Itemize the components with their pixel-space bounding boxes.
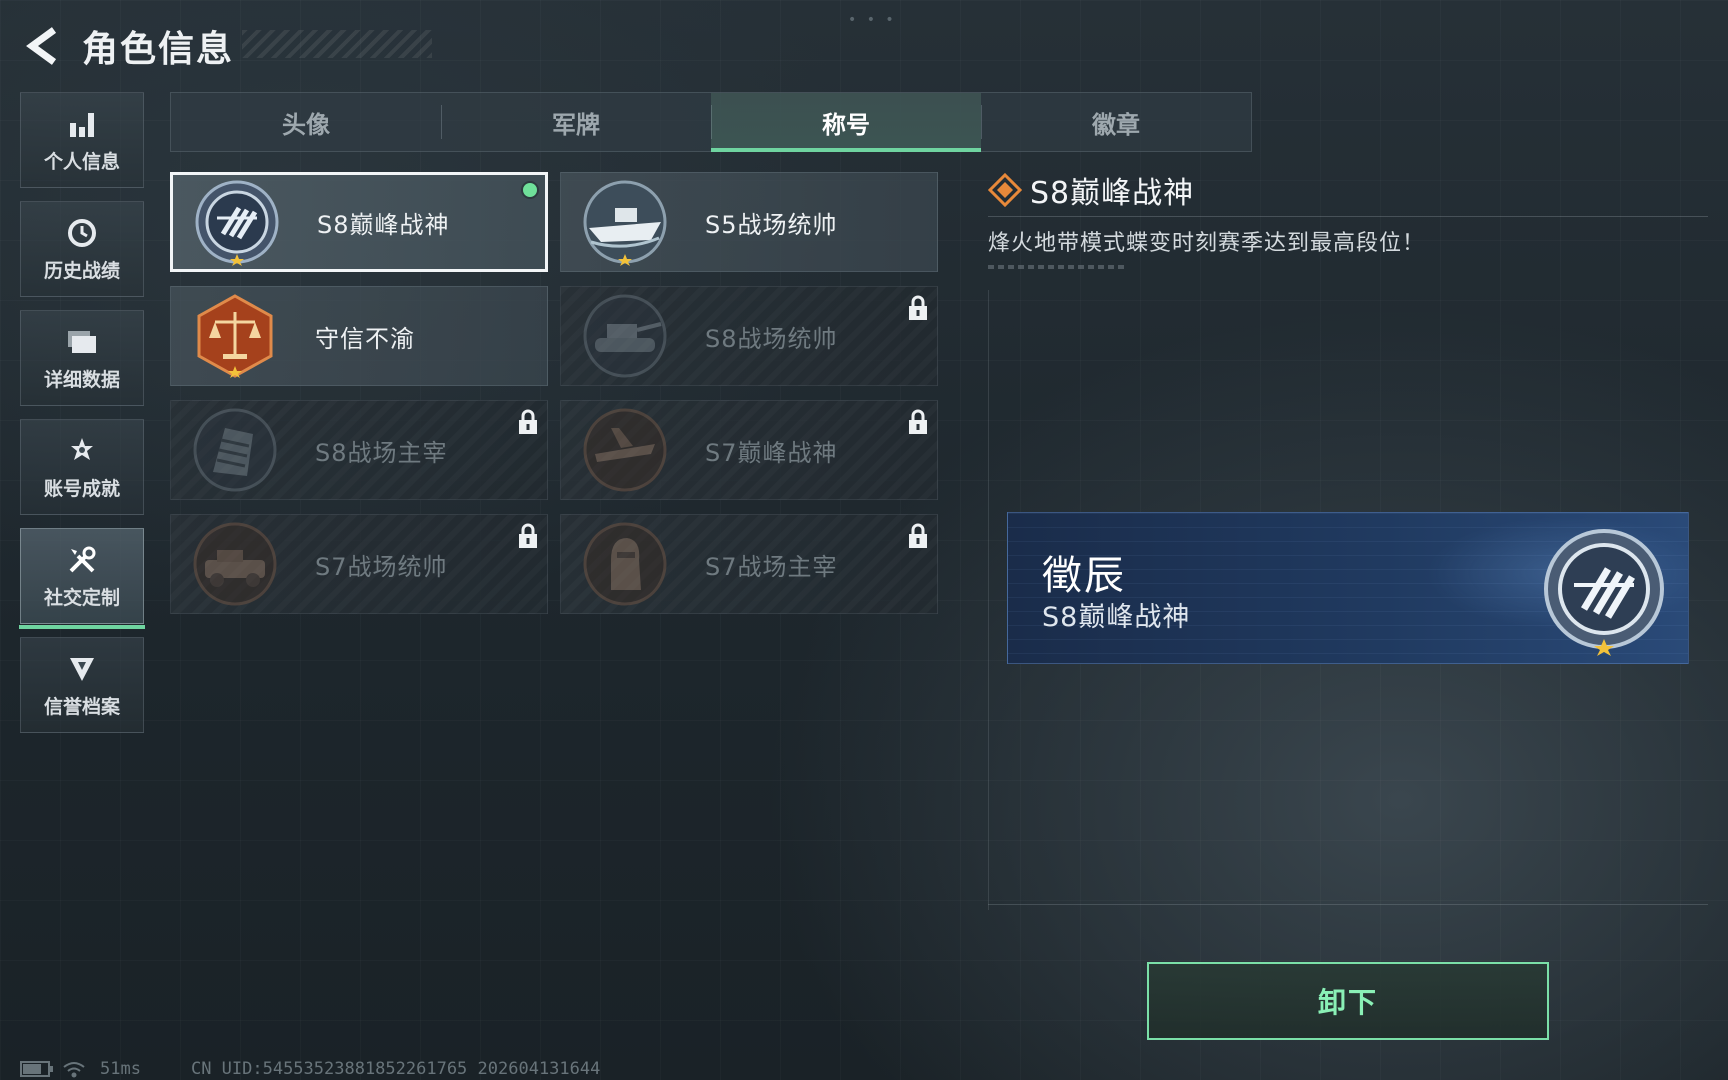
title-card-s5-commander[interactable]: S5战场统帅 — [560, 172, 938, 272]
detail-description: 烽火地带模式蝶变时刻赛季达到最高段位！ — [988, 231, 1426, 256]
divider — [988, 216, 1708, 217]
title-card-keep-faith[interactable]: 守信不渝 — [170, 286, 548, 386]
lock-icon — [519, 523, 537, 548]
sidebar-item-label: 账号成就 — [43, 477, 120, 500]
tab-bar: 头像 军牌 称号 徽章 — [170, 92, 1252, 152]
peak-god-badge-icon — [195, 180, 279, 266]
tab-dogtag[interactable]: 军牌 — [441, 93, 711, 151]
battery-icon — [20, 1061, 53, 1077]
sidebar-item-label: 个人信息 — [43, 150, 120, 173]
nameplate-preview: 徵辰 S8巅峰战神 — [1007, 512, 1689, 664]
detail-header: S8巅峰战神 — [988, 170, 1708, 211]
detail-title: S8巅峰战神 — [1030, 176, 1195, 211]
history-clock-icon — [65, 216, 99, 250]
tab-title[interactable]: 称号 — [711, 93, 981, 152]
status-bar: 51ms CN UID:5455352388185226176​5 202604… — [20, 1058, 600, 1080]
warship-badge-icon — [583, 180, 667, 266]
title-card-s8-commander[interactable]: S8战场统帅 — [560, 286, 938, 386]
tab-avatar[interactable]: 头像 — [171, 93, 441, 151]
title-card-label: 守信不渝 — [315, 324, 415, 353]
vehicle-badge-icon — [193, 522, 277, 606]
bar-chart-icon — [65, 107, 99, 141]
sidebar-item-achievements[interactable]: 账号成就 — [20, 419, 144, 515]
ping-value: 51ms — [100, 1059, 141, 1079]
sidebar: 个人信息 历史战绩 详细数据 账号成就 社交定制 信誉档案 — [19, 92, 145, 746]
sidebar-item-history[interactable]: 历史战绩 — [20, 201, 144, 297]
wifi-icon — [63, 1062, 85, 1078]
title-card-label: S5战场统帅 — [705, 210, 838, 239]
aircraft-badge-icon — [583, 408, 667, 492]
title-card-label: S7战场统帅 — [315, 552, 448, 581]
back-arrow-icon — [26, 27, 57, 65]
title-card-label: S7战场主宰 — [705, 552, 838, 581]
description-decoration — [988, 265, 1126, 269]
title-card-label: S8战场主宰 — [315, 438, 448, 467]
sidebar-item-details[interactable]: 详细数据 — [20, 310, 144, 406]
tab-badge[interactable]: 徽章 — [981, 93, 1251, 151]
title-card-s7-commander[interactable]: S7战场统帅 — [170, 514, 548, 614]
lock-icon — [909, 409, 927, 434]
sidebar-item-profile[interactable]: 个人信息 — [20, 92, 144, 188]
preview-divider — [988, 904, 1708, 905]
scales-badge-icon — [197, 294, 273, 378]
unequip-button[interactable]: 卸下 — [1147, 962, 1549, 1040]
folder-icon — [65, 325, 99, 359]
header: 角色信息 — [22, 20, 432, 72]
building-badge-icon — [193, 408, 277, 492]
soldier-badge-icon — [583, 522, 667, 606]
diamond-icon — [988, 173, 1022, 207]
title-card-label: S8战场统帅 — [705, 324, 838, 353]
top-decoration-dots: • • • — [848, 12, 897, 28]
title-detail-panel: S8巅峰战神 烽火地带模式蝶变时刻赛季达到最高段位！ — [988, 170, 1708, 269]
lock-icon — [909, 295, 927, 320]
back-button[interactable] — [22, 24, 62, 68]
lock-icon — [909, 523, 927, 548]
uid-text: CN UID:5455352388185226176​5 20260413164… — [190, 1059, 601, 1079]
achievement-star-icon — [65, 434, 99, 468]
sidebar-item-credit[interactable]: 信誉档案 — [20, 637, 144, 733]
sidebar-item-label: 信誉档案 — [43, 695, 120, 718]
sidebar-item-label: 详细数据 — [43, 368, 120, 391]
peak-god-badge-icon — [1544, 529, 1664, 656]
title-card-label: S8巅峰战神 — [317, 210, 450, 239]
title-card-s7-peak-god[interactable]: S7巅峰战神 — [560, 400, 938, 500]
sidebar-item-social[interactable]: 社交定制 — [19, 528, 145, 629]
sidebar-item-label: 历史战绩 — [43, 259, 120, 282]
title-card-label: S7巅峰战神 — [705, 438, 838, 467]
title-card-s8-peak-god[interactable]: S8巅峰战神 — [170, 172, 548, 272]
tank-badge-icon — [583, 294, 667, 378]
credit-shield-icon — [65, 652, 99, 686]
title-decoration — [242, 30, 432, 58]
player-name: 徵辰 — [1042, 553, 1126, 599]
title-card-s7-dominator[interactable]: S7战场主宰 — [560, 514, 938, 614]
equipped-indicator — [521, 181, 539, 199]
player-title: S8巅峰战神 — [1042, 602, 1191, 633]
title-card-s8-dominator[interactable]: S8战场主宰 — [170, 400, 548, 500]
unequip-button-label: 卸下 — [1317, 986, 1378, 1019]
page-title: 角色信息 — [82, 29, 235, 70]
lock-icon — [519, 409, 537, 434]
sidebar-item-label: 社交定制 — [43, 586, 120, 609]
tools-icon — [65, 543, 99, 577]
